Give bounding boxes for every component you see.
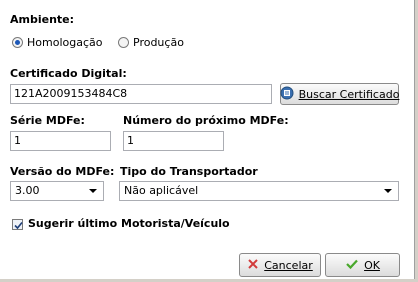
close-icon bbox=[247, 258, 259, 273]
radio-producao-dot[interactable] bbox=[118, 37, 129, 48]
certificate-icon bbox=[280, 86, 294, 103]
serie-label: Série MDFe: bbox=[10, 114, 85, 127]
buscar-certificado-button[interactable]: Buscar Certificado bbox=[280, 83, 399, 105]
ok-button[interactable]: OK bbox=[325, 253, 400, 277]
versao-value: 3.00 bbox=[15, 184, 40, 197]
radio-homologacao[interactable]: Homologação bbox=[12, 36, 102, 49]
transportador-value: Não aplicável bbox=[124, 184, 199, 197]
versao-select[interactable]: 3.00 bbox=[10, 181, 104, 201]
ok-label: OK bbox=[364, 258, 380, 272]
radio-producao-label: Produção bbox=[133, 36, 184, 49]
window-right-edge bbox=[414, 0, 418, 282]
transportador-select[interactable]: Não aplicável bbox=[119, 181, 399, 201]
radio-homologacao-dot[interactable] bbox=[12, 37, 23, 48]
certificado-label: Certificado Digital: bbox=[10, 67, 127, 80]
transportador-label: Tipo do Transportador bbox=[120, 165, 258, 178]
cancel-label: Cancelar bbox=[264, 258, 313, 272]
serie-input[interactable]: 1 bbox=[10, 131, 111, 151]
checkmark-icon bbox=[14, 221, 23, 230]
radio-homologacao-label: Homologação bbox=[27, 36, 103, 49]
sugerir-label[interactable]: Sugerir último Motorista/Veículo bbox=[28, 217, 230, 230]
cancel-button[interactable]: Cancelar bbox=[239, 253, 321, 277]
certificado-input[interactable]: 121A2009153484C8 bbox=[10, 84, 272, 104]
check-icon bbox=[345, 258, 359, 273]
chevron-down-icon bbox=[89, 189, 97, 193]
radio-producao[interactable]: Produção bbox=[118, 36, 184, 49]
proximo-label: Número do próximo MDFe: bbox=[123, 114, 289, 127]
sugerir-checkbox[interactable] bbox=[12, 219, 23, 230]
chevron-down-icon bbox=[384, 189, 392, 193]
proximo-input[interactable]: 1 bbox=[123, 131, 224, 151]
buscar-certificado-label: Buscar Certificado bbox=[298, 87, 400, 101]
ambiente-label: Ambiente: bbox=[10, 13, 75, 26]
versao-label: Versão do MDFe: bbox=[10, 165, 115, 178]
